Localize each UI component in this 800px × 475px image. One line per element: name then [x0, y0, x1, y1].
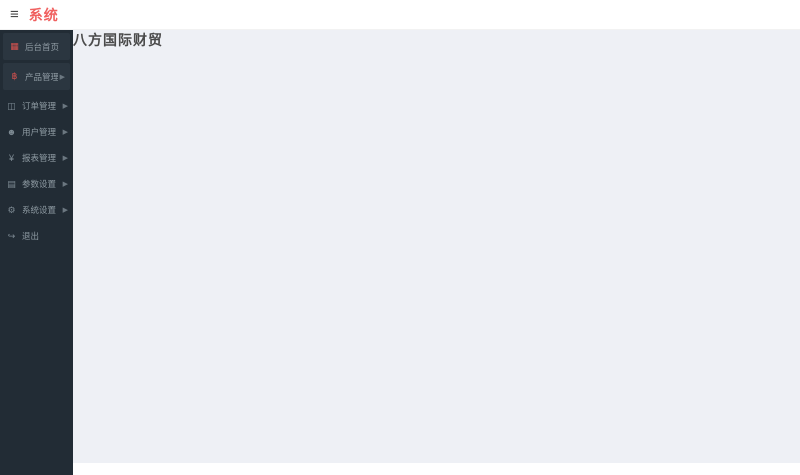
sidebar-item-dashboard[interactable]: ▦ 后台首页: [3, 33, 70, 60]
app-title-main: 八方国际财贸: [73, 30, 800, 463]
chevron-right-icon: ▶: [62, 103, 68, 110]
report-yen-icon: ¥: [8, 153, 14, 163]
page-footer-strip: [73, 463, 800, 475]
hamburger-menu-icon[interactable]: ≡: [10, 7, 19, 22]
sidebar-item-product-bitcoin[interactable]: ฿ 产品管理 ▶: [3, 63, 70, 90]
app-title: 八方国际财贸 系统: [28, 5, 800, 463]
chevron-right-icon: ▶: [62, 207, 68, 214]
chevron-right-icon: ▶: [62, 181, 68, 188]
chevron-right-icon: ▶: [59, 73, 65, 81]
sidebar-item-params-file[interactable]: ▤ 参数设置 ▶: [0, 171, 73, 197]
orders-file-icon: ◫: [7, 100, 16, 111]
sidebar-item-label: 系统设置: [22, 205, 57, 215]
sidebar-item-label: 用户管理: [22, 127, 57, 137]
sidebar-item-label: 参数设置: [22, 179, 57, 189]
sidebar-item-system-gear[interactable]: ⚙ 系统设置 ▶: [0, 197, 73, 223]
sidebar-item-label: 订单管理: [22, 101, 57, 111]
sidebar-item-label: 退出: [22, 231, 40, 241]
sidebar-item-label: 后台首页: [25, 41, 60, 52]
dashboard-icon: ▦: [10, 41, 19, 51]
logout-icon: ↪: [7, 230, 16, 241]
product-bitcoin-icon: ฿: [11, 71, 18, 81]
top-bar: ≡ 八方国际财贸 系统: [0, 0, 800, 463]
params-file-icon: ▤: [7, 178, 16, 189]
system-gear-icon: ⚙: [7, 204, 16, 215]
chevron-right-icon: ▶: [62, 155, 68, 162]
sidebar-item-orders-file[interactable]: ◫ 订单管理 ▶: [0, 93, 73, 119]
app-title-accent: 系统: [28, 6, 59, 23]
sidebar-item-report-yen[interactable]: ¥ 报表管理 ▶: [0, 145, 73, 171]
sidebar-item-label: 报表管理: [22, 153, 57, 163]
sidebar-item-users[interactable]: ☻ 用户管理 ▶: [0, 119, 73, 145]
sidebar-item-label: 产品管理: [25, 71, 58, 82]
users-icon: ☻: [6, 127, 17, 137]
sidebar-item-logout[interactable]: ↪ 退出: [0, 223, 73, 249]
chevron-right-icon: ▶: [62, 129, 68, 136]
sidebar-nav: ▦ 后台首页฿产品管理 ▶ ◫ 订单管理 ▶ ☻ 用户管理 ▶ ¥ 报表管理 ▶ ▤ 参数设置 ▶ ⚙ 系统设置…: [0, 30, 73, 475]
